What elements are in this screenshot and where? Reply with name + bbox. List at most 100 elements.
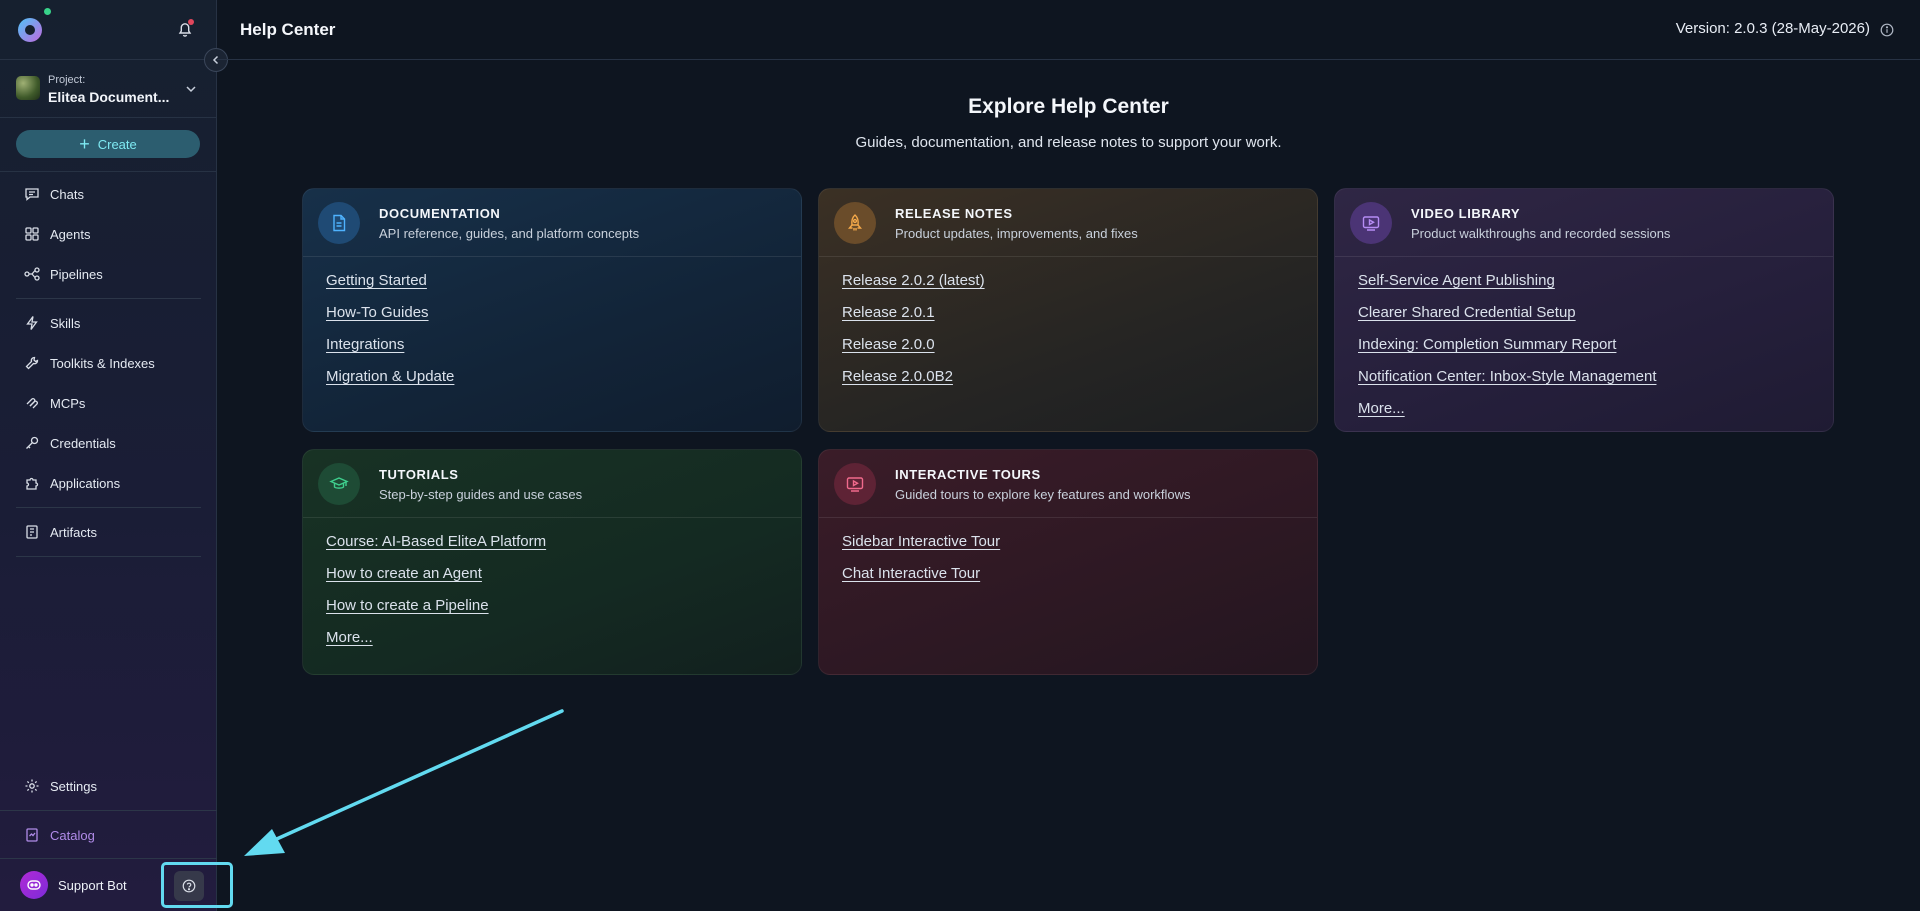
- sidebar-item-pipelines[interactable]: Pipelines: [0, 254, 217, 294]
- link-migration-update[interactable]: Migration & Update: [326, 368, 801, 400]
- card-title: VIDEO LIBRARY: [1411, 206, 1521, 221]
- chevron-down-icon: [186, 86, 196, 93]
- card-title: RELEASE NOTES: [895, 206, 1013, 221]
- card-links: Getting Started How-To Guides Integratio…: [303, 257, 801, 400]
- support-bot-icon[interactable]: [20, 871, 48, 899]
- sidebar-item-toolkits[interactable]: Toolkits & Indexes: [0, 343, 217, 383]
- top-header: Help Center Version: 2.0.3 (28-May-2026): [217, 0, 1920, 60]
- card-title: TUTORIALS: [379, 467, 459, 482]
- link-create-agent[interactable]: How to create an Agent: [326, 565, 801, 597]
- settings-section: Settings: [0, 766, 217, 806]
- chat-icon: [25, 188, 39, 201]
- lightning-icon: [26, 316, 38, 330]
- card-description: Product updates, improvements, and fixes: [895, 226, 1138, 241]
- project-selector[interactable]: Project: Elitea Document...: [0, 60, 216, 118]
- sidebar-item-label: Pipelines: [50, 266, 103, 282]
- sidebar-item-settings[interactable]: Settings: [0, 766, 217, 806]
- sidebar-item-label: Agents: [50, 226, 91, 242]
- hero-title: Explore Help Center: [968, 95, 1169, 118]
- card-links: Course: AI-Based EliteA Platform How to …: [303, 518, 801, 661]
- card-links: Release 2.0.2 (latest) Release 2.0.1 Rel…: [819, 257, 1317, 400]
- link-course-ai-platform[interactable]: Course: AI-Based EliteA Platform: [326, 533, 801, 565]
- mcp-icon: [26, 398, 38, 409]
- interactive-tours-card: INTERACTIVE TOURS Guided tours to explor…: [818, 449, 1318, 675]
- sidebar-item-chats[interactable]: Chats: [0, 174, 217, 214]
- catalog-icon: [26, 828, 38, 842]
- hero-subtitle: Guides, documentation, and release notes…: [855, 134, 1282, 151]
- sidebar-item-label: Skills: [50, 315, 81, 331]
- sidebar-nav-tertiary: Artifacts: [0, 512, 217, 557]
- page-title: Help Center: [240, 20, 336, 39]
- create-button[interactable]: + Create: [16, 130, 200, 158]
- card-title: INTERACTIVE TOURS: [895, 467, 1041, 482]
- sidebar-item-label: MCPs: [50, 395, 86, 411]
- sidebar-nav-primary: Chats Agents Pipelines: [0, 174, 217, 299]
- version-label: Version: 2.0.3 (28-May-2026): [1675, 20, 1870, 37]
- link-notification-center[interactable]: Notification Center: Inbox-Style Managem…: [1358, 368, 1833, 400]
- online-status-dot: [44, 8, 51, 15]
- link-sidebar-tour[interactable]: Sidebar Interactive Tour: [842, 533, 1317, 565]
- gear-icon: [25, 779, 39, 793]
- sidebar-item-label: Applications: [50, 475, 121, 491]
- sidebar-header: [0, 0, 216, 60]
- create-section: + Create: [0, 118, 216, 172]
- sidebar-item-label: Catalog: [50, 827, 95, 843]
- graduation-cap-icon: [318, 463, 360, 505]
- link-shared-credential-setup[interactable]: Clearer Shared Credential Setup: [1358, 304, 1833, 336]
- card-links: Sidebar Interactive Tour Chat Interactiv…: [819, 518, 1317, 597]
- wrench-icon: [25, 356, 39, 370]
- project-name: Elitea Document...: [48, 89, 170, 105]
- catalog-section: Catalog: [0, 810, 217, 858]
- link-how-to-guides[interactable]: How-To Guides: [326, 304, 801, 336]
- card-header: RELEASE NOTES Product updates, improveme…: [819, 189, 1317, 257]
- plus-icon: +: [79, 134, 90, 154]
- card-description: Step-by-step guides and use cases: [379, 487, 583, 502]
- sidebar-divider: [16, 507, 201, 508]
- sidebar-item-label: Artifacts: [50, 524, 97, 540]
- link-self-service-agent-publishing[interactable]: Self-Service Agent Publishing: [1358, 272, 1833, 304]
- video-library-card: VIDEO LIBRARY Product walkthroughs and r…: [1334, 188, 1834, 432]
- info-icon[interactable]: [1880, 23, 1894, 37]
- link-release-2-0-2[interactable]: Release 2.0.2 (latest): [842, 272, 1317, 304]
- document-icon: [318, 202, 360, 244]
- sidebar-item-label: Credentials: [50, 435, 116, 451]
- sidebar-item-skills[interactable]: Skills: [0, 303, 217, 343]
- link-release-2-0-1[interactable]: Release 2.0.1: [842, 304, 1317, 336]
- support-bot-label[interactable]: Support Bot: [58, 878, 127, 893]
- project-label: Project:: [48, 74, 86, 86]
- card-description: Guided tours to explore key features and…: [895, 487, 1191, 502]
- card-title: DOCUMENTATION: [379, 206, 501, 221]
- sidebar-item-applications[interactable]: Applications: [0, 463, 217, 503]
- sidebar-item-label: Settings: [50, 778, 97, 794]
- sidebar-nav-secondary: Skills Toolkits & Indexes MCPs Credentia…: [0, 303, 217, 508]
- sidebar-item-artifacts[interactable]: Artifacts: [0, 512, 217, 552]
- link-more-videos[interactable]: More...: [1358, 400, 1833, 431]
- sidebar-item-label: Chats: [50, 186, 84, 202]
- play-screen-icon: [834, 463, 876, 505]
- rocket-icon: [834, 202, 876, 244]
- card-header: DOCUMENTATION API reference, guides, and…: [303, 189, 801, 257]
- card-header: INTERACTIVE TOURS Guided tours to explor…: [819, 450, 1317, 518]
- card-description: API reference, guides, and platform conc…: [379, 226, 640, 241]
- sidebar-item-catalog[interactable]: Catalog: [0, 811, 217, 859]
- card-links: Self-Service Agent Publishing Clearer Sh…: [1335, 257, 1833, 431]
- sidebar-item-mcps[interactable]: MCPs: [0, 383, 217, 423]
- sidebar-divider: [16, 556, 201, 557]
- pipelines-icon: [24, 267, 40, 281]
- sidebar-item-credentials[interactable]: Credentials: [0, 423, 217, 463]
- documentation-card: DOCUMENTATION API reference, guides, and…: [302, 188, 802, 432]
- link-getting-started[interactable]: Getting Started: [326, 272, 801, 304]
- link-more-tutorials[interactable]: More...: [326, 629, 801, 661]
- sidebar: Project: Elitea Document... + Create Cha…: [0, 0, 217, 911]
- card-header: TUTORIALS Step-by-step guides and use ca…: [303, 450, 801, 518]
- link-release-2-0-0b2[interactable]: Release 2.0.0B2: [842, 368, 1317, 400]
- video-icon: [1350, 202, 1392, 244]
- link-chat-tour[interactable]: Chat Interactive Tour: [842, 565, 1317, 597]
- link-release-2-0-0[interactable]: Release 2.0.0: [842, 336, 1317, 368]
- link-integrations[interactable]: Integrations: [326, 336, 801, 368]
- sidebar-item-agents[interactable]: Agents: [0, 214, 217, 254]
- app-logo-icon[interactable]: [16, 16, 44, 44]
- link-create-pipeline[interactable]: How to create a Pipeline: [326, 597, 801, 629]
- link-indexing-summary-report[interactable]: Indexing: Completion Summary Report: [1358, 336, 1833, 368]
- help-button-highlight: [161, 862, 233, 908]
